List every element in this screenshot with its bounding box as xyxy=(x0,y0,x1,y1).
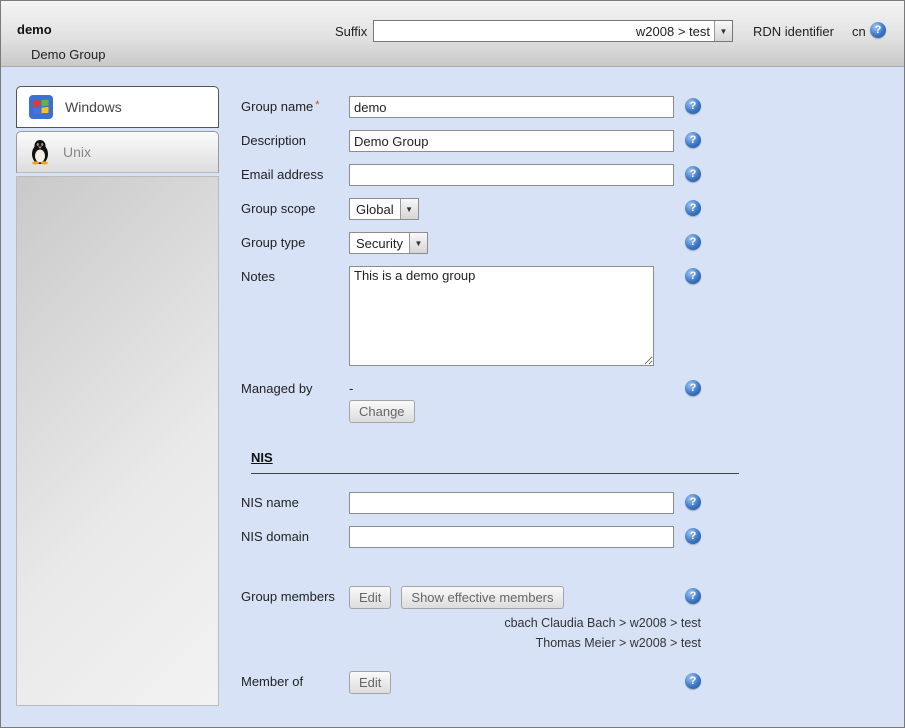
nis-domain-input[interactable] xyxy=(349,526,674,548)
group-type-select[interactable]: Security ▼ xyxy=(349,232,428,254)
tab-unix-label: Unix xyxy=(63,144,91,160)
help-icon[interactable]: ? xyxy=(685,380,701,396)
group-members-label: Group members xyxy=(241,586,349,604)
rdn-identifier-value: cn xyxy=(852,24,866,39)
help-icon[interactable]: ? xyxy=(870,22,886,38)
edit-member-of-button[interactable]: Edit xyxy=(349,671,391,694)
description-input[interactable] xyxy=(349,130,674,152)
notes-textarea[interactable]: This is a demo group xyxy=(349,266,654,366)
member-of-label: Member of xyxy=(241,671,349,689)
help-icon[interactable]: ? xyxy=(685,673,701,689)
group-scope-value: Global xyxy=(350,202,400,217)
group-scope-select[interactable]: Global ▼ xyxy=(349,198,419,220)
chevron-down-icon[interactable]: ▼ xyxy=(714,21,732,41)
group-scope-label: Group scope xyxy=(241,198,349,216)
group-name-label: Group name* xyxy=(241,96,349,114)
show-effective-members-button[interactable]: Show effective members xyxy=(401,586,563,609)
suffix-select[interactable]: w2008 > test ▼ xyxy=(373,20,733,42)
group-members-row: Group members Edit Show effective member… xyxy=(241,586,711,609)
module-sidebar: Windows Unix xyxy=(16,86,219,706)
nis-name-label: NIS name xyxy=(241,492,349,510)
group-type-value: Security xyxy=(350,236,409,251)
chevron-down-icon[interactable]: ▼ xyxy=(409,233,427,253)
description-label: Description xyxy=(241,130,349,148)
suffix-selected-value: w2008 > test xyxy=(374,24,714,39)
tab-windows[interactable]: Windows xyxy=(16,86,219,128)
nis-section-title: NIS xyxy=(251,450,273,465)
required-asterisk: * xyxy=(315,99,319,111)
group-form: Group name* ? Description ? Email addres… xyxy=(241,96,711,706)
group-member-item: cbach Claudia Bach > w2008 > test xyxy=(241,613,701,633)
edit-group-members-button[interactable]: Edit xyxy=(349,586,391,609)
rdn-identifier-label: RDN identifier xyxy=(753,24,834,39)
nis-section-header: NIS xyxy=(251,449,739,474)
nis-name-input[interactable] xyxy=(349,492,674,514)
email-row: Email address ? xyxy=(241,164,711,186)
windows-logo-icon xyxy=(29,95,53,119)
suffix-label: Suffix xyxy=(335,24,367,39)
group-scope-row: Group scope Global ▼ ? xyxy=(241,198,711,220)
nis-domain-row: NIS domain ? xyxy=(241,526,711,548)
group-edit-window: demo Demo Group Suffix w2008 > test ▼ RD… xyxy=(0,0,905,728)
help-icon[interactable]: ? xyxy=(685,494,701,510)
group-name-input[interactable] xyxy=(349,96,674,118)
group-name-row: Group name* ? xyxy=(241,96,711,118)
help-icon[interactable]: ? xyxy=(685,98,701,114)
group-type-row: Group type Security ▼ ? xyxy=(241,232,711,254)
email-label: Email address xyxy=(241,164,349,182)
member-of-row: Member of Edit ? xyxy=(241,671,711,694)
help-icon[interactable]: ? xyxy=(685,234,701,250)
chevron-down-icon[interactable]: ▼ xyxy=(400,199,418,219)
sidebar-panel xyxy=(16,176,219,706)
tab-unix[interactable]: Unix xyxy=(16,131,219,173)
group-member-item: Thomas Meier > w2008 > test xyxy=(241,633,701,653)
notes-label: Notes xyxy=(241,266,349,284)
description-row: Description ? xyxy=(241,130,711,152)
help-icon[interactable]: ? xyxy=(685,528,701,544)
change-managed-by-button[interactable]: Change xyxy=(349,400,415,423)
help-icon[interactable]: ? xyxy=(685,200,701,216)
help-icon[interactable]: ? xyxy=(685,166,701,182)
group-type-label: Group type xyxy=(241,232,349,250)
managed-by-value: - xyxy=(349,378,353,396)
managed-by-label: Managed by xyxy=(241,378,349,396)
page-subtitle: Demo Group xyxy=(31,47,105,62)
help-icon[interactable]: ? xyxy=(685,268,701,284)
page-title: demo xyxy=(17,22,52,37)
nis-domain-label: NIS domain xyxy=(241,526,349,544)
email-input[interactable] xyxy=(349,164,674,186)
group-members-list: cbach Claudia Bach > w2008 > test Thomas… xyxy=(241,613,701,653)
help-icon[interactable]: ? xyxy=(685,132,701,148)
tab-windows-label: Windows xyxy=(65,99,122,115)
header-bar: demo Demo Group Suffix w2008 > test ▼ RD… xyxy=(1,1,904,67)
nis-name-row: NIS name ? xyxy=(241,492,711,514)
notes-row: Notes This is a demo group ? xyxy=(241,266,711,366)
managed-by-row: Managed by - ? xyxy=(241,378,711,400)
tux-penguin-icon xyxy=(29,139,51,165)
help-icon[interactable]: ? xyxy=(685,588,701,604)
